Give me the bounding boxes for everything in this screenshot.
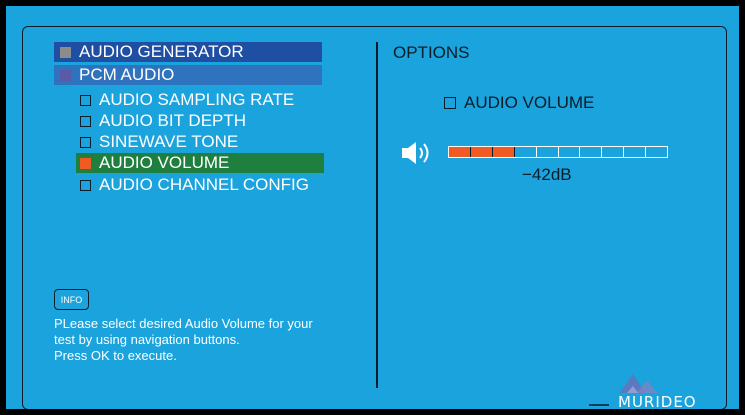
submenu-item-label: SINEWAVE TONE: [99, 132, 239, 151]
volume-segment: [537, 147, 559, 157]
checkbox-icon: [80, 94, 91, 106]
menu-item-square-icon: [60, 69, 71, 81]
checkbox-icon: [80, 157, 91, 169]
info-line: PLease select desired Audio Volume for y…: [54, 316, 313, 331]
audio-volume-option-label: AUDIO VOLUME: [464, 93, 595, 112]
submenu-item[interactable]: AUDIO CHANNEL CONFIG: [76, 175, 324, 195]
info-text: PLease select desired Audio Volume for y…: [54, 316, 374, 364]
checkbox-icon[interactable]: [444, 97, 456, 109]
speaker-icon: [402, 142, 429, 164]
volume-bar[interactable]: [448, 146, 668, 158]
submenu-item-label: AUDIO CHANNEL CONFIG: [99, 175, 310, 194]
volume-readout: −42dB: [522, 165, 572, 184]
volume-segment: [559, 147, 581, 157]
info-line: test by using navigation buttons.: [54, 332, 240, 347]
volume-segment: [449, 147, 471, 157]
menu-item[interactable]: AUDIO GENERATOR: [54, 42, 322, 62]
panel-divider: [376, 42, 378, 388]
menu-item-label: PCM AUDIO: [79, 65, 175, 84]
volume-segment: [624, 147, 647, 157]
submenu-item-label: AUDIO VOLUME: [99, 153, 230, 172]
submenu-item-label: AUDIO SAMPLING RATE: [99, 90, 295, 109]
checkbox-icon: [80, 115, 91, 127]
options-title: OPTIONS: [393, 43, 470, 62]
screen: AUDIO GENERATOR PCM AUDIO AUDIO SAMPLING R…: [6, 6, 739, 409]
info-line: Press OK to execute.: [54, 348, 177, 363]
submenu-item[interactable]: SINEWAVE TONE: [76, 132, 324, 152]
volume-segment: [492, 147, 515, 157]
submenu-item[interactable]: AUDIO VOLUME: [76, 153, 324, 173]
volume-segment: [602, 147, 625, 157]
volume-segment: [515, 147, 537, 157]
submenu-item[interactable]: AUDIO BIT DEPTH: [76, 111, 324, 131]
submenu-item-label: AUDIO BIT DEPTH: [99, 111, 247, 130]
menu-item-square-icon: [60, 46, 71, 58]
menu-item-label: AUDIO GENERATOR: [79, 42, 244, 61]
volume-segment: [580, 147, 603, 157]
murideo-logo-text: MURIDEO: [614, 393, 701, 409]
info-icon: INFO: [54, 289, 89, 310]
audio-volume-option[interactable]: AUDIO VOLUME: [444, 93, 594, 113]
volume-segment: [470, 147, 493, 157]
checkbox-icon: [80, 136, 91, 148]
checkbox-icon: [80, 179, 91, 191]
menu-item[interactable]: PCM AUDIO: [54, 65, 322, 85]
submenu-item[interactable]: AUDIO SAMPLING RATE: [76, 90, 324, 110]
volume-segment: [646, 147, 667, 157]
